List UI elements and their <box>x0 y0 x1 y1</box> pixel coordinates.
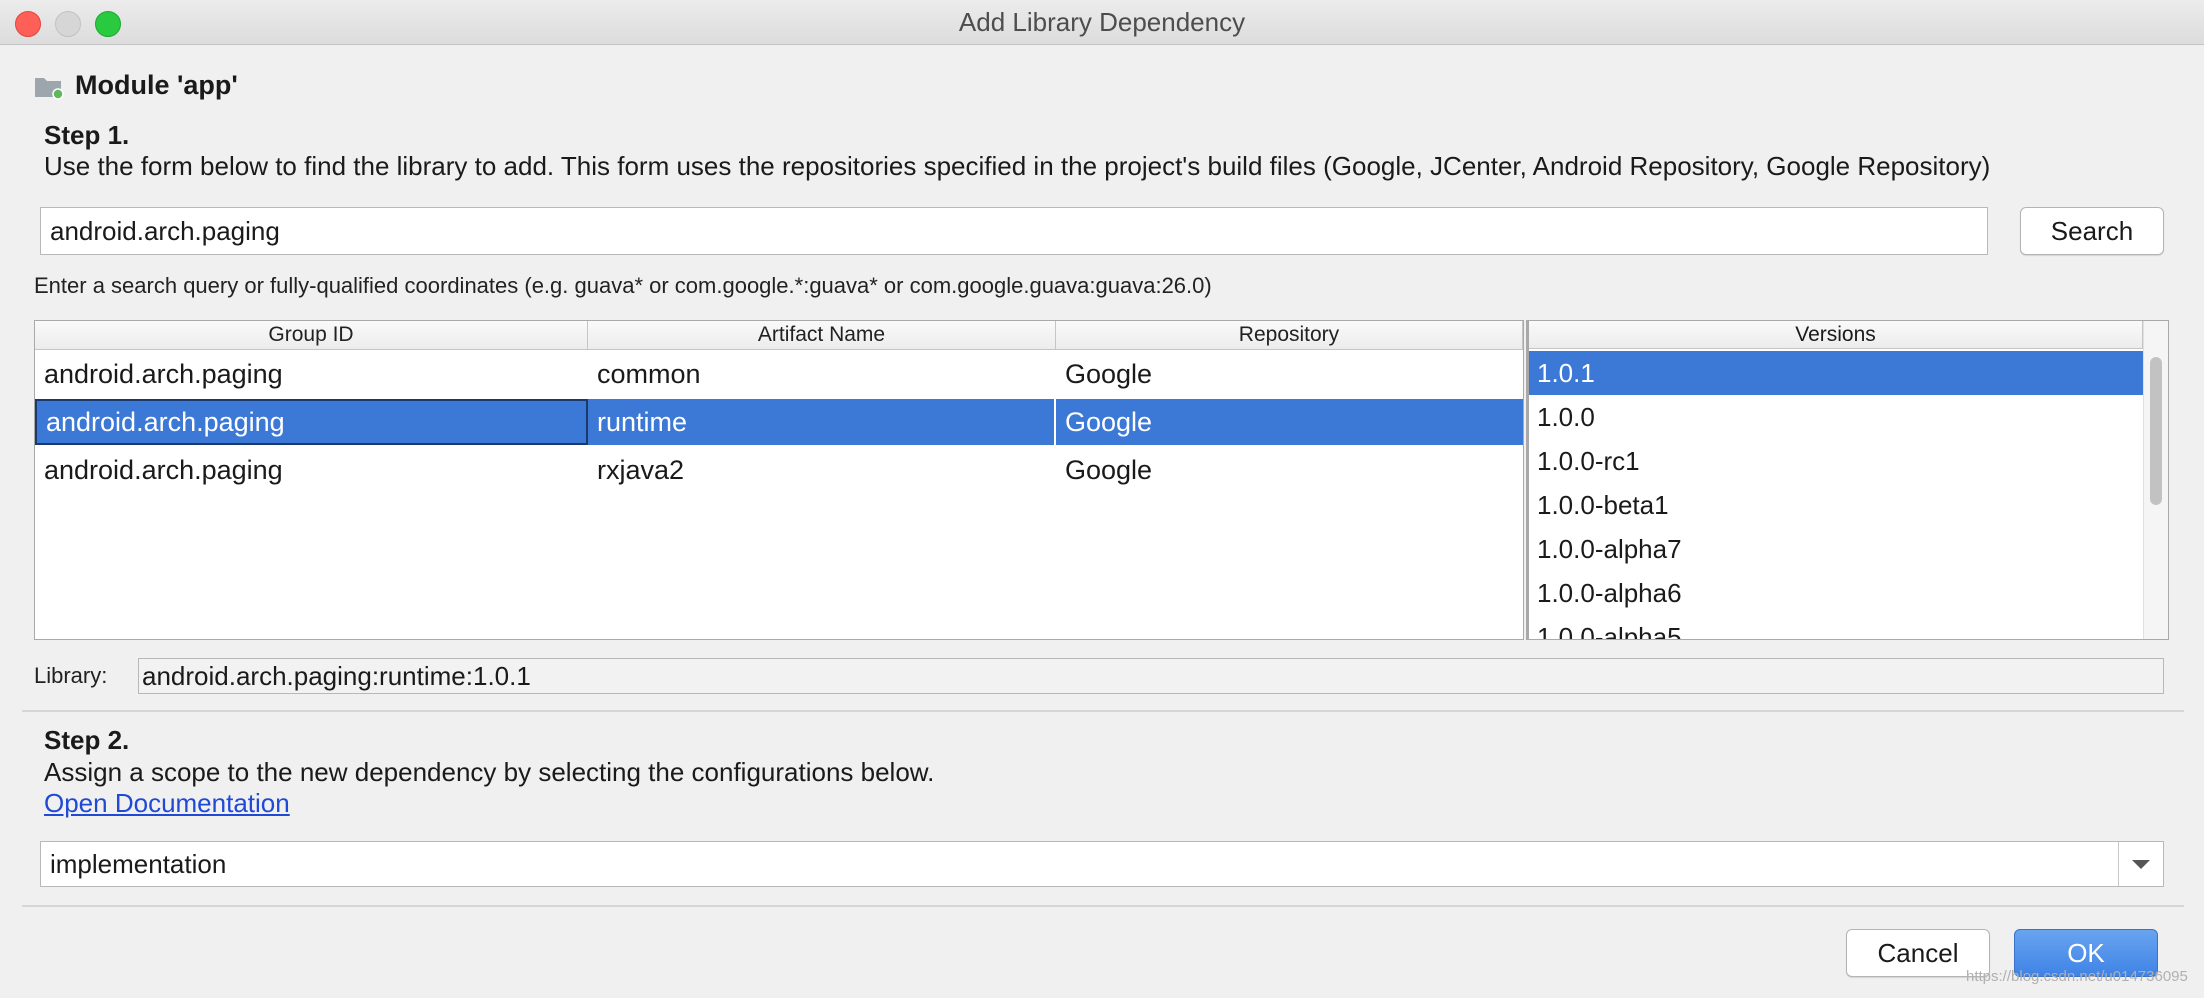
scope-select[interactable]: implementation <box>40 841 2164 887</box>
search-hint: Enter a search query or fully-qualified … <box>34 273 1212 298</box>
version-item[interactable]: 1.0.0-alpha5 <box>1529 615 2143 639</box>
cell-artifact-name: common <box>597 359 701 389</box>
cell-group-id: android.arch.paging <box>44 359 283 389</box>
version-item[interactable]: 1.0.0-alpha6 <box>1529 571 2143 615</box>
section-divider <box>22 710 2184 712</box>
column-header-artifact-name[interactable]: Artifact Name <box>588 321 1056 349</box>
module-label: Module 'app' <box>75 70 238 100</box>
column-header-group-id[interactable]: Group ID <box>35 321 588 349</box>
version-item-selected[interactable]: 1.0.1 <box>1529 351 2143 395</box>
versions-scrollbar-thumb[interactable] <box>2150 357 2162 505</box>
section-divider <box>22 905 2184 907</box>
search-button[interactable]: Search <box>2020 207 2164 255</box>
scope-select-value: implementation <box>50 849 227 879</box>
versions-header[interactable]: Versions <box>1529 321 2143 349</box>
cell-artifact-name: rxjava2 <box>597 455 685 485</box>
open-documentation-link[interactable]: Open Documentation <box>44 788 290 819</box>
version-item[interactable]: 1.0.0-alpha7 <box>1529 527 2143 571</box>
step1-heading: Step 1. <box>44 120 130 150</box>
step2-heading: Step 2. <box>44 725 130 755</box>
module-folder-icon <box>35 78 64 100</box>
cell-group-id: android.arch.paging <box>44 455 283 485</box>
chevron-down-icon[interactable] <box>2118 842 2163 886</box>
window-title: Add Library Dependency <box>958 7 1246 37</box>
version-item[interactable]: 1.0.0 <box>1529 395 2143 439</box>
table-row[interactable]: android.arch.paging common Google <box>35 351 1523 397</box>
versions-scrollbar[interactable] <box>2143 321 2168 639</box>
search-input[interactable]: android.arch.paging <box>40 207 1988 255</box>
results-table: Group ID Artifact Name Repository androi… <box>34 320 1524 640</box>
cell-artifact-name: runtime <box>588 399 1056 445</box>
step1-description: Use the form below to find the library t… <box>44 151 1991 181</box>
step2-description: Assign a scope to the new dependency by … <box>44 757 935 787</box>
version-item[interactable]: 1.0.0-rc1 <box>1529 439 2143 483</box>
library-coordinate-field[interactable]: android.arch.paging:runtime:1.0.1 <box>138 658 2164 694</box>
table-row-selected[interactable]: android.arch.paging runtime Google <box>35 399 1523 445</box>
version-item[interactable]: 1.0.0-beta1 <box>1529 483 2143 527</box>
watermark: https://blog.csdn.net/u014736095 <box>1966 968 2188 985</box>
cell-group-id: android.arch.paging <box>35 399 588 445</box>
cell-repository: Google <box>1065 359 1153 389</box>
cell-repository: Google <box>1065 455 1153 485</box>
title-bar: Add Library Dependency <box>0 0 2204 45</box>
library-label: Library: <box>34 663 108 688</box>
results-table-header: Group ID Artifact Name Repository <box>35 321 1523 350</box>
cell-repository: Google <box>1065 407 1153 437</box>
column-header-repository[interactable]: Repository <box>1056 321 1523 349</box>
table-row[interactable]: android.arch.paging rxjava2 Google <box>35 447 1523 493</box>
versions-list: Versions 1.0.1 1.0.0 1.0.0-rc1 1.0.0-bet… <box>1526 320 2169 640</box>
